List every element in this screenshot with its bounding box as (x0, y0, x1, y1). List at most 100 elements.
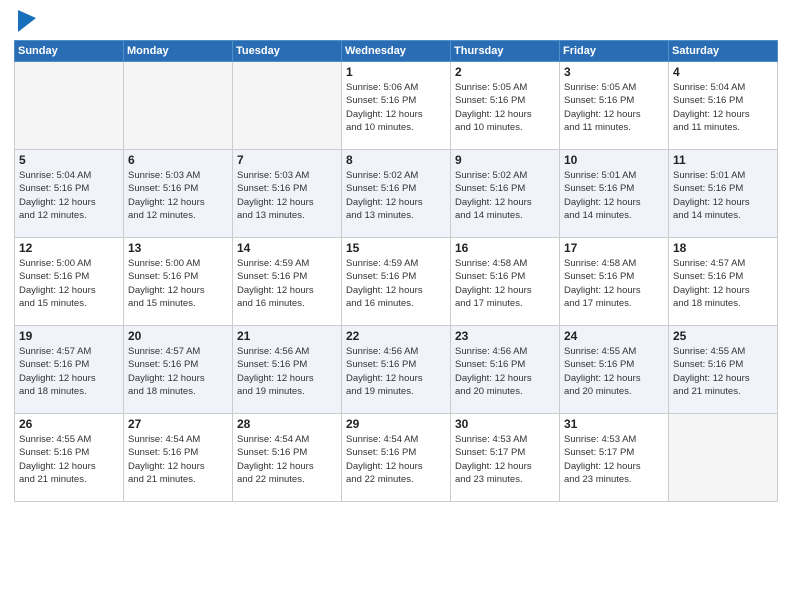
day-number: 6 (128, 153, 228, 167)
week-row-4: 26 Sunrise: 4:55 AM Sunset: 5:16 PM Dayli… (15, 414, 778, 502)
day-number: 9 (455, 153, 555, 167)
calendar-cell: 23 Sunrise: 4:56 AM Sunset: 5:16 PM Dayli… (451, 326, 560, 414)
day-header-tuesday: Tuesday (233, 41, 342, 62)
day-number: 26 (19, 417, 119, 431)
calendar-cell: 31 Sunrise: 4:53 AM Sunset: 5:17 PM Dayli… (560, 414, 669, 502)
day-header-wednesday: Wednesday (342, 41, 451, 62)
day-info: Sunrise: 4:57 AM Sunset: 5:16 PM Dayligh… (673, 257, 773, 310)
day-info: Sunrise: 4:54 AM Sunset: 5:16 PM Dayligh… (346, 433, 446, 486)
calendar-cell: 17 Sunrise: 4:58 AM Sunset: 5:16 PM Dayli… (560, 238, 669, 326)
page: SundayMondayTuesdayWednesdayThursdayFrid… (0, 0, 792, 612)
day-info: Sunrise: 5:05 AM Sunset: 5:16 PM Dayligh… (564, 81, 664, 134)
day-info: Sunrise: 5:04 AM Sunset: 5:16 PM Dayligh… (673, 81, 773, 134)
calendar-header-row: SundayMondayTuesdayWednesdayThursdayFrid… (15, 41, 778, 62)
day-number: 12 (19, 241, 119, 255)
day-info: Sunrise: 4:58 AM Sunset: 5:16 PM Dayligh… (455, 257, 555, 310)
day-info: Sunrise: 5:05 AM Sunset: 5:16 PM Dayligh… (455, 81, 555, 134)
day-info: Sunrise: 4:54 AM Sunset: 5:16 PM Dayligh… (237, 433, 337, 486)
day-info: Sunrise: 5:02 AM Sunset: 5:16 PM Dayligh… (455, 169, 555, 222)
calendar-cell (124, 62, 233, 150)
day-info: Sunrise: 4:54 AM Sunset: 5:16 PM Dayligh… (128, 433, 228, 486)
week-row-0: 1 Sunrise: 5:06 AM Sunset: 5:16 PM Daylig… (15, 62, 778, 150)
calendar-cell: 11 Sunrise: 5:01 AM Sunset: 5:16 PM Dayli… (669, 150, 778, 238)
day-info: Sunrise: 4:57 AM Sunset: 5:16 PM Dayligh… (128, 345, 228, 398)
day-info: Sunrise: 4:55 AM Sunset: 5:16 PM Dayligh… (564, 345, 664, 398)
calendar-cell: 7 Sunrise: 5:03 AM Sunset: 5:16 PM Daylig… (233, 150, 342, 238)
day-info: Sunrise: 5:06 AM Sunset: 5:16 PM Dayligh… (346, 81, 446, 134)
day-header-monday: Monday (124, 41, 233, 62)
day-number: 16 (455, 241, 555, 255)
day-header-friday: Friday (560, 41, 669, 62)
week-row-1: 5Sunrise: 5:04 AM Sunset: 5:16 PM Daylig… (15, 150, 778, 238)
day-info: Sunrise: 4:56 AM Sunset: 5:16 PM Dayligh… (346, 345, 446, 398)
day-number: 4 (673, 65, 773, 79)
calendar-cell: 2 Sunrise: 5:05 AM Sunset: 5:16 PM Daylig… (451, 62, 560, 150)
day-number: 17 (564, 241, 664, 255)
logo-icon (18, 10, 36, 32)
day-info: Sunrise: 5:02 AM Sunset: 5:16 PM Dayligh… (346, 169, 446, 222)
day-info: Sunrise: 4:53 AM Sunset: 5:17 PM Dayligh… (564, 433, 664, 486)
calendar-cell: 4 Sunrise: 5:04 AM Sunset: 5:16 PM Daylig… (669, 62, 778, 150)
week-row-3: 19 Sunrise: 4:57 AM Sunset: 5:16 PM Dayli… (15, 326, 778, 414)
calendar-cell: 21 Sunrise: 4:56 AM Sunset: 5:16 PM Dayli… (233, 326, 342, 414)
calendar-cell (669, 414, 778, 502)
calendar-cell: 19Sunrise: 4:57 AM Sunset: 5:16 PM Dayli… (15, 326, 124, 414)
day-number: 7 (237, 153, 337, 167)
day-info: Sunrise: 5:00 AM Sunset: 5:16 PM Dayligh… (19, 257, 119, 310)
day-info: Sunrise: 4:59 AM Sunset: 5:16 PM Dayligh… (346, 257, 446, 310)
day-info: Sunrise: 4:53 AM Sunset: 5:17 PM Dayligh… (455, 433, 555, 486)
calendar-cell: 24Sunrise: 4:55 AM Sunset: 5:16 PM Dayli… (560, 326, 669, 414)
day-number: 31 (564, 417, 664, 431)
calendar-cell: 27 Sunrise: 4:54 AM Sunset: 5:16 PM Dayli… (124, 414, 233, 502)
calendar-cell (233, 62, 342, 150)
day-number: 15 (346, 241, 446, 255)
calendar-cell: 8Sunrise: 5:02 AM Sunset: 5:16 PM Daylig… (342, 150, 451, 238)
calendar-cell: 9 Sunrise: 5:02 AM Sunset: 5:16 PM Daylig… (451, 150, 560, 238)
day-info: Sunrise: 5:03 AM Sunset: 5:16 PM Dayligh… (128, 169, 228, 222)
logo (14, 10, 36, 32)
day-info: Sunrise: 4:58 AM Sunset: 5:16 PM Dayligh… (564, 257, 664, 310)
day-info: Sunrise: 5:00 AM Sunset: 5:16 PM Dayligh… (128, 257, 228, 310)
calendar: SundayMondayTuesdayWednesdayThursdayFrid… (14, 40, 778, 502)
calendar-cell: 18 Sunrise: 4:57 AM Sunset: 5:16 PM Dayli… (669, 238, 778, 326)
day-number: 2 (455, 65, 555, 79)
calendar-cell: 15 Sunrise: 4:59 AM Sunset: 5:16 PM Dayli… (342, 238, 451, 326)
calendar-cell: 6 Sunrise: 5:03 AM Sunset: 5:16 PM Daylig… (124, 150, 233, 238)
day-number: 14 (237, 241, 337, 255)
day-number: 21 (237, 329, 337, 343)
calendar-cell: 30 Sunrise: 4:53 AM Sunset: 5:17 PM Dayli… (451, 414, 560, 502)
calendar-cell: 10Sunrise: 5:01 AM Sunset: 5:16 PM Dayli… (560, 150, 669, 238)
day-header-saturday: Saturday (669, 41, 778, 62)
day-info: Sunrise: 4:55 AM Sunset: 5:16 PM Dayligh… (19, 433, 119, 486)
calendar-cell: 28 Sunrise: 4:54 AM Sunset: 5:16 PM Dayli… (233, 414, 342, 502)
day-number: 28 (237, 417, 337, 431)
day-info: Sunrise: 4:56 AM Sunset: 5:16 PM Dayligh… (455, 345, 555, 398)
calendar-cell: 20 Sunrise: 4:57 AM Sunset: 5:16 PM Dayli… (124, 326, 233, 414)
day-number: 5 (19, 153, 119, 167)
day-number: 10 (564, 153, 664, 167)
calendar-cell: 14Sunrise: 4:59 AM Sunset: 5:16 PM Dayli… (233, 238, 342, 326)
day-number: 20 (128, 329, 228, 343)
day-number: 27 (128, 417, 228, 431)
day-info: Sunrise: 4:55 AM Sunset: 5:16 PM Dayligh… (673, 345, 773, 398)
day-info: Sunrise: 5:03 AM Sunset: 5:16 PM Dayligh… (237, 169, 337, 222)
day-number: 30 (455, 417, 555, 431)
calendar-cell: 1 Sunrise: 5:06 AM Sunset: 5:16 PM Daylig… (342, 62, 451, 150)
day-number: 19 (19, 329, 119, 343)
day-info: Sunrise: 5:01 AM Sunset: 5:16 PM Dayligh… (673, 169, 773, 222)
day-number: 3 (564, 65, 664, 79)
day-header-sunday: Sunday (15, 41, 124, 62)
day-number: 18 (673, 241, 773, 255)
calendar-cell (15, 62, 124, 150)
calendar-cell: 29 Sunrise: 4:54 AM Sunset: 5:16 PM Dayli… (342, 414, 451, 502)
day-number: 1 (346, 65, 446, 79)
day-number: 13 (128, 241, 228, 255)
day-number: 29 (346, 417, 446, 431)
day-number: 22 (346, 329, 446, 343)
day-number: 25 (673, 329, 773, 343)
day-number: 11 (673, 153, 773, 167)
day-number: 23 (455, 329, 555, 343)
calendar-cell: 16 Sunrise: 4:58 AM Sunset: 5:16 PM Dayli… (451, 238, 560, 326)
day-info: Sunrise: 4:56 AM Sunset: 5:16 PM Dayligh… (237, 345, 337, 398)
header (14, 10, 778, 32)
